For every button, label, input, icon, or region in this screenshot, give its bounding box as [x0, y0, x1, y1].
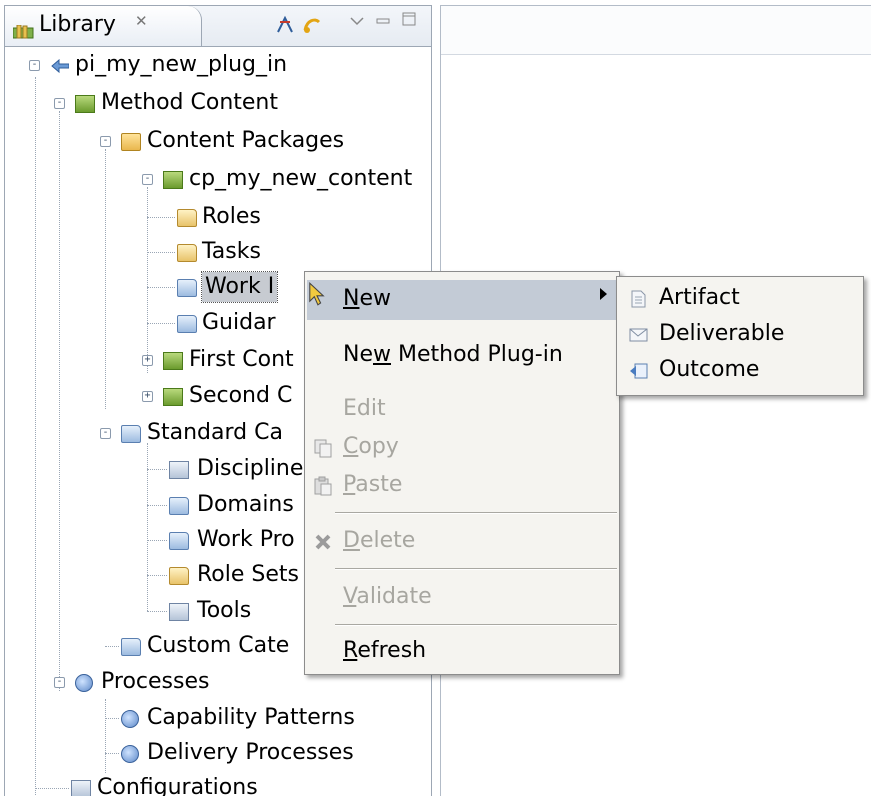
submenu-item-label: Deliverable — [659, 321, 785, 346]
menu-item-copy[interactable]: Copy — [307, 428, 617, 468]
menu-item-label: Paste — [343, 472, 403, 497]
tree-item-label: First Cont — [189, 347, 294, 372]
content-packages-icon — [121, 133, 141, 151]
tools-icon — [169, 603, 189, 621]
submenu-item-outcome[interactable]: Outcome — [619, 353, 861, 389]
library-icon — [12, 20, 35, 45]
library-view-header: Library ✕ — [5, 6, 431, 47]
copy-icon — [313, 438, 333, 458]
maximize-icon[interactable] — [401, 12, 417, 32]
tree-item-label: Tasks — [202, 239, 261, 264]
tree-item-label: Role Sets — [197, 562, 299, 587]
tree-item-label: Second C — [189, 383, 293, 408]
menu-item-label: Refresh — [343, 638, 427, 663]
menu-item-label: New — [343, 286, 391, 311]
tree-item-label: Content Packages — [147, 128, 345, 153]
tree-item-label: Discipline — [197, 456, 304, 481]
view-toolbar — [271, 12, 431, 40]
editor-tab-area — [441, 6, 871, 55]
method-content-icon — [75, 95, 95, 113]
tree-item-label: Work I — [200, 271, 279, 303]
tree-item-label: Method Content — [101, 90, 278, 115]
custom-categories-icon — [121, 638, 141, 656]
menu-item-validate[interactable]: Validate — [307, 578, 617, 618]
tree-item-label: Guidar — [202, 310, 276, 335]
menu-item-delete[interactable]: Delete — [307, 522, 617, 562]
menu-item-label: Validate — [343, 584, 432, 609]
delivery-processes-icon — [121, 745, 139, 763]
content-package-icon — [163, 352, 183, 370]
menu-item-label: Delete — [343, 528, 416, 553]
content-package-icon — [163, 171, 183, 189]
submenu-arrow-icon — [600, 288, 607, 300]
menu-item-label: Copy — [343, 434, 399, 459]
submenu-item-label: Outcome — [659, 357, 760, 382]
tree-item-label: Work Pro — [197, 527, 295, 552]
disciplines-icon — [169, 461, 189, 479]
menu-separator — [335, 624, 617, 626]
menu-item-new-method-plugin[interactable]: New Method Plug-in — [307, 336, 617, 376]
tree-item-label: Standard Ca — [147, 420, 283, 445]
plugin-icon — [51, 59, 69, 74]
work-product-kinds-icon — [169, 532, 189, 550]
submenu-item-deliverable[interactable]: Deliverable — [619, 317, 861, 353]
tree-item-label: cp_my_new_content — [189, 166, 413, 191]
content-package-icon — [163, 388, 183, 406]
tasks-folder-icon — [177, 244, 197, 262]
role-sets-icon — [169, 567, 189, 585]
library-tab-title: Library — [39, 12, 116, 37]
menu-item-new[interactable]: New — [307, 280, 617, 320]
tree-item-label: Configurations — [97, 775, 258, 796]
menu-item-label: New Method Plug-in — [343, 342, 563, 367]
link-icon[interactable] — [275, 14, 295, 40]
tree-item-label: Domains — [197, 492, 294, 517]
configurations-icon — [71, 780, 91, 796]
new-submenu: Artifact Deliverable Outcome — [616, 276, 864, 396]
menu-item-edit[interactable]: Edit — [307, 390, 617, 430]
paste-icon — [313, 476, 333, 496]
artifact-icon — [629, 289, 647, 308]
capability-patterns-icon — [121, 710, 139, 728]
outcome-icon — [629, 361, 648, 379]
processes-icon — [75, 674, 93, 692]
deliverable-icon — [629, 325, 648, 343]
library-tab[interactable]: Library ✕ — [5, 6, 202, 46]
sync-icon[interactable] — [301, 14, 323, 40]
menu-item-refresh[interactable]: Refresh — [307, 632, 617, 672]
domains-icon — [169, 497, 189, 515]
tree-item-label: pi_my_new_plug_in — [75, 52, 288, 77]
menu-separator — [335, 512, 617, 514]
tree-item-label: Capability Patterns — [147, 705, 355, 730]
tree-item-label: Roles — [202, 204, 261, 229]
mouse-pointer-icon — [309, 281, 325, 306]
tree-item-label: Processes — [101, 669, 210, 694]
menu-separator — [335, 568, 617, 570]
standard-categories-icon — [121, 425, 141, 443]
work-products-folder-icon — [177, 279, 197, 297]
submenu-item-label: Artifact — [659, 285, 740, 310]
minimize-icon[interactable] — [375, 12, 391, 31]
close-icon[interactable]: ✕ — [135, 12, 148, 30]
menu-item-paste[interactable]: Paste — [307, 466, 617, 506]
menu-item-label: Edit — [343, 396, 386, 421]
tree-item-label: Delivery Processes — [147, 740, 354, 765]
tree-item-label: Custom Cate — [147, 633, 290, 658]
guidance-folder-icon — [177, 315, 197, 333]
view-menu-icon[interactable] — [349, 12, 365, 31]
submenu-item-artifact[interactable]: Artifact — [619, 281, 861, 317]
context-menu: New New Method Plug-in Edit Copy Paste D… — [304, 271, 620, 675]
tree-item-label: Tools — [197, 598, 252, 623]
roles-folder-icon — [177, 209, 197, 227]
delete-icon — [313, 532, 333, 552]
